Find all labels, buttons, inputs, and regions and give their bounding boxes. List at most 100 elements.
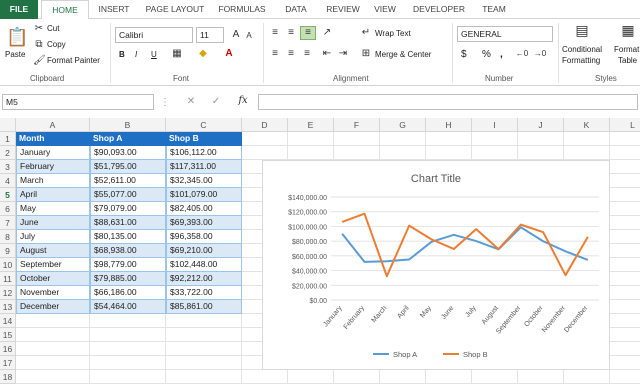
borders-icon[interactable]: ▦ <box>170 48 184 60</box>
row-header-7[interactable]: 7 <box>0 216 16 230</box>
table-cell[interactable]: $54,464.00 <box>90 300 166 314</box>
table-cell[interactable]: $98,779.00 <box>90 258 166 272</box>
increase-font-icon[interactable]: A <box>230 29 242 41</box>
table-cell[interactable]: May <box>16 202 90 216</box>
tab-insert[interactable]: INSERT <box>92 0 136 19</box>
cell[interactable] <box>610 132 640 146</box>
table-cell[interactable]: $32,345.00 <box>166 174 242 188</box>
table-cell[interactable]: December <box>16 300 90 314</box>
cell[interactable] <box>518 370 564 384</box>
cell[interactable] <box>288 370 334 384</box>
cell[interactable] <box>90 328 166 342</box>
font-size-select[interactable]: 11 <box>196 27 224 43</box>
column-header-a[interactable]: A <box>16 118 90 132</box>
font-name-select[interactable]: Calibri <box>115 27 193 43</box>
format-as-table-label-1[interactable]: Format <box>614 45 639 54</box>
cell[interactable] <box>610 160 640 174</box>
table-cell[interactable]: $96,358.00 <box>166 230 242 244</box>
cell[interactable] <box>564 370 610 384</box>
table-header-cell[interactable]: Month <box>16 132 90 146</box>
cell[interactable] <box>166 328 242 342</box>
increase-decimal-icon[interactable]: ←0 <box>515 48 529 60</box>
align-center-icon[interactable]: ≡ <box>284 48 298 60</box>
cell[interactable] <box>518 146 564 160</box>
currency-button[interactable]: $ <box>461 49 467 60</box>
cell[interactable] <box>90 314 166 328</box>
cell[interactable] <box>610 244 640 258</box>
row-header-9[interactable]: 9 <box>0 244 16 258</box>
tab-formulas[interactable]: FORMULAS <box>214 0 270 19</box>
copy-button[interactable]: Copy <box>47 40 66 49</box>
cell[interactable] <box>610 174 640 188</box>
cell[interactable] <box>610 314 640 328</box>
wrap-text-button[interactable]: Wrap Text <box>375 29 411 38</box>
column-header-j[interactable]: J <box>518 118 564 132</box>
italic-button[interactable]: I <box>135 50 137 59</box>
cell[interactable] <box>472 146 518 160</box>
table-cell[interactable]: $66,186.00 <box>90 286 166 300</box>
row-header-11[interactable]: 11 <box>0 272 16 286</box>
table-cell[interactable]: $55,077.00 <box>90 188 166 202</box>
align-left-icon[interactable]: ≡ <box>268 48 282 60</box>
cell[interactable] <box>380 370 426 384</box>
column-header-e[interactable]: E <box>288 118 334 132</box>
row-header-18[interactable]: 18 <box>0 370 16 384</box>
cell[interactable] <box>610 188 640 202</box>
column-header-g[interactable]: G <box>380 118 426 132</box>
table-cell[interactable]: September <box>16 258 90 272</box>
tab-developer[interactable]: DEVELOPER <box>406 0 472 19</box>
cell[interactable] <box>426 146 472 160</box>
cancel-icon[interactable]: ✕ <box>185 96 197 108</box>
table-cell[interactable]: July <box>16 230 90 244</box>
table-cell[interactable]: June <box>16 216 90 230</box>
row-header-2[interactable]: 2 <box>0 146 16 160</box>
table-cell[interactable]: $92,212.00 <box>166 272 242 286</box>
align-right-icon[interactable]: ≡ <box>300 48 314 60</box>
wrap-text-icon[interactable]: ↵ <box>360 27 372 39</box>
table-cell[interactable]: $69,210.00 <box>166 244 242 258</box>
row-header-10[interactable]: 10 <box>0 258 16 272</box>
conditional-formatting-label-2[interactable]: Formatting <box>562 56 600 65</box>
cell[interactable] <box>610 342 640 356</box>
table-cell[interactable]: $88,631.00 <box>90 216 166 230</box>
table-cell[interactable]: $51,795.00 <box>90 160 166 174</box>
cell[interactable] <box>90 356 166 370</box>
cell[interactable] <box>288 132 334 146</box>
tab-data[interactable]: DATA <box>274 0 318 19</box>
format-painter-button[interactable]: Format Painter <box>47 56 100 65</box>
table-cell[interactable]: $33,722.00 <box>166 286 242 300</box>
table-cell[interactable]: $85,861.00 <box>166 300 242 314</box>
cell[interactable] <box>610 272 640 286</box>
indent-icon[interactable]: ⇤ <box>320 48 334 60</box>
enter-icon[interactable]: ✓ <box>210 96 222 108</box>
column-header-d[interactable]: D <box>242 118 288 132</box>
table-cell[interactable]: $80,135.00 <box>90 230 166 244</box>
cell[interactable] <box>16 370 90 384</box>
table-cell[interactable]: January <box>16 146 90 160</box>
cell[interactable] <box>426 132 472 146</box>
cut-icon[interactable]: ✂ <box>33 23 45 35</box>
column-header-i[interactable]: I <box>472 118 518 132</box>
cell[interactable] <box>610 146 640 160</box>
comma-button[interactable]: , <box>500 49 503 60</box>
cell[interactable] <box>472 370 518 384</box>
name-box[interactable]: M5 <box>2 94 154 110</box>
line-chart[interactable]: Chart Title $0.00 $20,000.00 $40,000.00 $60,… <box>262 160 610 370</box>
table-header-cell[interactable]: Shop B <box>166 132 242 146</box>
cell[interactable] <box>16 328 90 342</box>
align-top-icon[interactable]: ≡ <box>268 27 282 39</box>
cell[interactable] <box>380 146 426 160</box>
conditional-formatting-label-1[interactable]: Conditional <box>562 45 602 54</box>
row-header-14[interactable]: 14 <box>0 314 16 328</box>
cell[interactable] <box>610 258 640 272</box>
column-header-b[interactable]: B <box>90 118 166 132</box>
column-header-h[interactable]: H <box>426 118 472 132</box>
cell[interactable] <box>610 328 640 342</box>
cell[interactable] <box>610 370 640 384</box>
format-as-table-icon[interactable]: ▦ <box>618 23 638 42</box>
cell[interactable] <box>610 300 640 314</box>
row-header-12[interactable]: 12 <box>0 286 16 300</box>
row-header-6[interactable]: 6 <box>0 202 16 216</box>
conditional-formatting-icon[interactable]: ▤ <box>572 23 592 42</box>
cell[interactable] <box>334 146 380 160</box>
